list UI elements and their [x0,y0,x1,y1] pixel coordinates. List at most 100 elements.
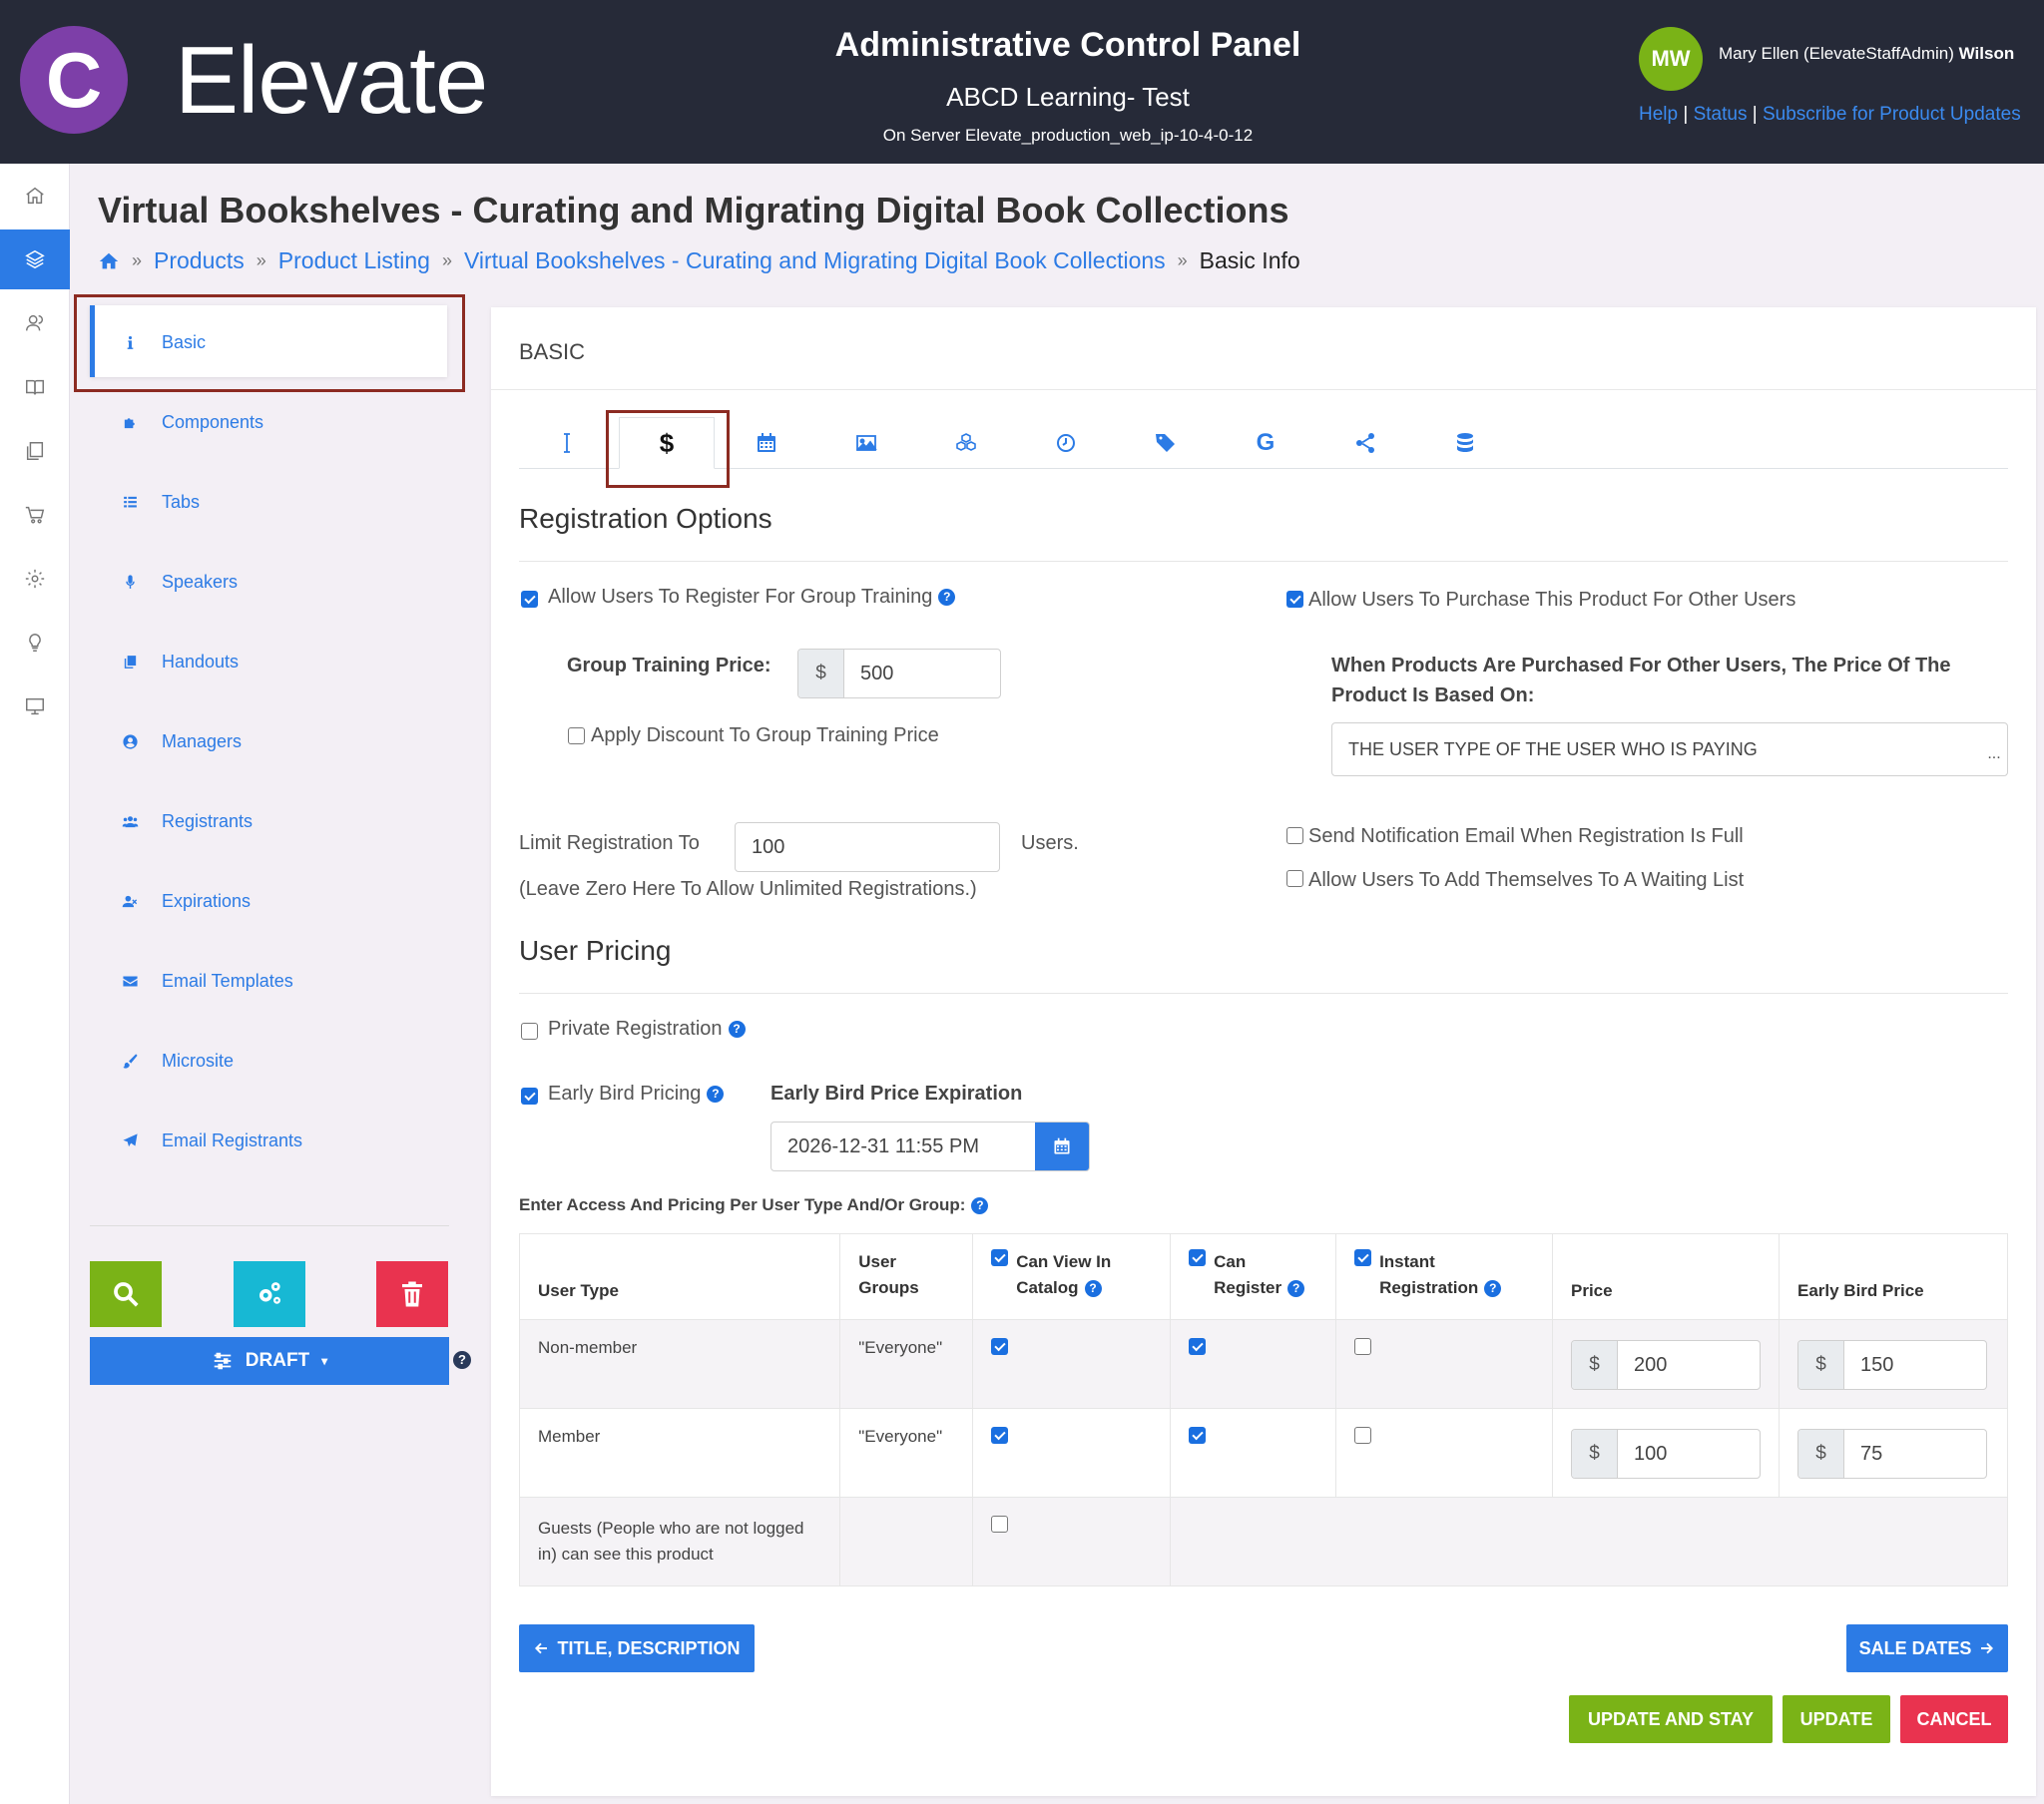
breadcrumb-home-icon[interactable] [98,250,120,272]
subscribe-link[interactable]: Subscribe for Product Updates [1763,104,2021,125]
lightbulb-icon[interactable] [0,613,70,673]
early-bird-price-value: 75 [1859,1442,1883,1465]
logo-mark[interactable]: C [20,26,128,134]
files-icon[interactable] [0,421,70,481]
send-notification-checkbox[interactable] [1286,827,1303,844]
help-icon[interactable]: ? [728,1021,746,1039]
price-input[interactable]: $100 [1570,1429,1761,1479]
early-bird-expiration-input[interactable]: 2026-12-31 11:55 PM [770,1122,1090,1171]
submenu-item-microsite[interactable]: Microsite [120,1046,234,1076]
allow-group-training-label: Allow Users To Register For Group Traini… [548,586,956,609]
submenu-item-registrants[interactable]: Registrants [120,806,253,836]
submenu-item-basic[interactable]: Basic [120,327,206,357]
early-bird-label: Early Bird Pricing? [548,1083,725,1106]
tab-images[interactable] [818,417,914,469]
early-bird-checkbox[interactable] [521,1088,538,1105]
submenu-item-email-templates[interactable]: Email Templates [120,966,293,996]
group-training-price-input[interactable]: $ 500 [797,649,1001,698]
instant-checkbox[interactable] [1354,1338,1372,1355]
tab-google[interactable]: G [1218,417,1313,469]
update-button[interactable]: UPDATE [1783,1695,1890,1743]
can-view-checkbox[interactable] [991,1427,1009,1444]
tab-time[interactable] [1018,417,1114,469]
layers-icon[interactable] [0,229,70,289]
instant-all-checkbox[interactable] [1354,1249,1372,1266]
cancel-button[interactable]: CANCEL [1900,1695,2008,1743]
book-icon[interactable] [0,357,70,417]
calendar-picker-button[interactable] [1035,1123,1089,1170]
update-and-stay-button[interactable]: UPDATE AND STAY [1569,1695,1773,1743]
tab-data[interactable] [1417,417,1513,469]
prev-title-description-button[interactable]: TITLE, DESCRIPTION [519,1624,755,1672]
limit-registration-input[interactable]: 100 [735,822,1000,872]
allow-purchase-others-checkbox[interactable] [1286,591,1303,608]
breadcrumb-products[interactable]: Products [154,247,245,274]
breadcrumb-product[interactable]: Virtual Bookshelves - Curating and Migra… [464,247,1166,274]
settings-button[interactable] [234,1261,305,1327]
submenu-item-tabs[interactable]: Tabs [120,487,200,517]
instant-checkbox[interactable] [1354,1427,1372,1444]
group-training-price-value: 500 [860,662,894,684]
breadcrumb-product-listing[interactable]: Product Listing [278,247,430,274]
submenu-item-email-registrants[interactable]: Email Registrants [120,1126,302,1155]
delete-button[interactable] [376,1261,448,1327]
guest-can-see-checkbox[interactable] [991,1516,1009,1533]
submenu-item-expirations[interactable]: Expirations [120,886,251,916]
help-link[interactable]: Help [1639,104,1678,125]
cell-can-view [972,1319,1172,1409]
submenu-item-speakers[interactable]: Speakers [120,567,238,597]
price-basis-select[interactable]: THE USER TYPE OF THE USER WHO IS PAYING … [1331,722,2008,776]
help-icon[interactable]: ? [971,1197,989,1215]
early-bird-price-input[interactable]: $150 [1796,1340,1987,1390]
help-icon[interactable]: ? [707,1086,725,1104]
allow-group-training-checkbox[interactable] [521,591,538,608]
waiting-list-checkbox[interactable] [1286,870,1303,887]
arrow-right-icon [1979,1640,1995,1656]
logo-text[interactable]: Elevate [175,26,488,136]
can-register-checkbox[interactable] [1189,1338,1207,1355]
can-register-all-checkbox[interactable] [1189,1249,1207,1266]
can-view-all-checkbox[interactable] [991,1249,1009,1266]
tab-components[interactable] [918,417,1014,469]
draft-status-dropdown[interactable]: DRAFT ▾ [90,1337,449,1385]
status-link[interactable]: Status [1694,104,1748,125]
users-icon [120,811,140,831]
tab-sharing[interactable] [1317,417,1413,469]
monitor-icon[interactable] [0,676,70,736]
tab-sale-dates[interactable] [719,417,814,469]
price-input[interactable]: $200 [1570,1340,1761,1390]
tab-tags[interactable] [1118,417,1214,469]
gear-icon[interactable] [0,549,70,609]
next-sale-dates-button[interactable]: SALE DATES [1846,1624,2008,1672]
apply-discount-checkbox[interactable] [568,727,585,744]
submenu-label: Expirations [162,890,252,911]
help-icon[interactable]: ? [1287,1280,1305,1298]
cogs-icon [255,1279,284,1309]
share-icon [1353,431,1377,455]
submenu-item-components[interactable]: Components [120,407,263,437]
help-icon[interactable]: ? [1084,1280,1102,1298]
avatar[interactable]: MW [1639,27,1703,91]
submenu-item-handouts[interactable]: Handouts [120,647,239,676]
submenu-item-managers[interactable]: Managers [120,726,242,756]
col-instant-label: Instant Registration [1379,1252,1479,1297]
tab-title[interactable] [519,417,615,469]
help-icon[interactable]: ? [938,589,956,607]
currency-addon: $ [1571,1430,1618,1478]
pricing-table-caption-text: Enter Access And Pricing Per User Type A… [519,1195,966,1214]
microphone-icon [120,572,140,592]
draft-help-icon[interactable]: ? [453,1351,471,1369]
list-icon [120,492,140,512]
waiting-list-label: Allow Users To Add Themselves To A Waiti… [1308,869,1745,891]
database-icon [1453,431,1477,455]
users-icon[interactable] [0,293,70,353]
help-icon[interactable]: ? [1484,1280,1502,1298]
can-view-checkbox[interactable] [991,1338,1009,1355]
user-name[interactable]: Mary Ellen (ElevateStaffAdmin) Wilson [1719,44,2014,64]
private-registration-checkbox[interactable] [521,1023,538,1040]
early-bird-price-input[interactable]: $75 [1796,1429,1987,1479]
search-button[interactable] [90,1261,162,1327]
cart-icon[interactable] [0,485,70,545]
home-icon[interactable] [0,166,70,226]
can-register-checkbox[interactable] [1189,1427,1207,1444]
